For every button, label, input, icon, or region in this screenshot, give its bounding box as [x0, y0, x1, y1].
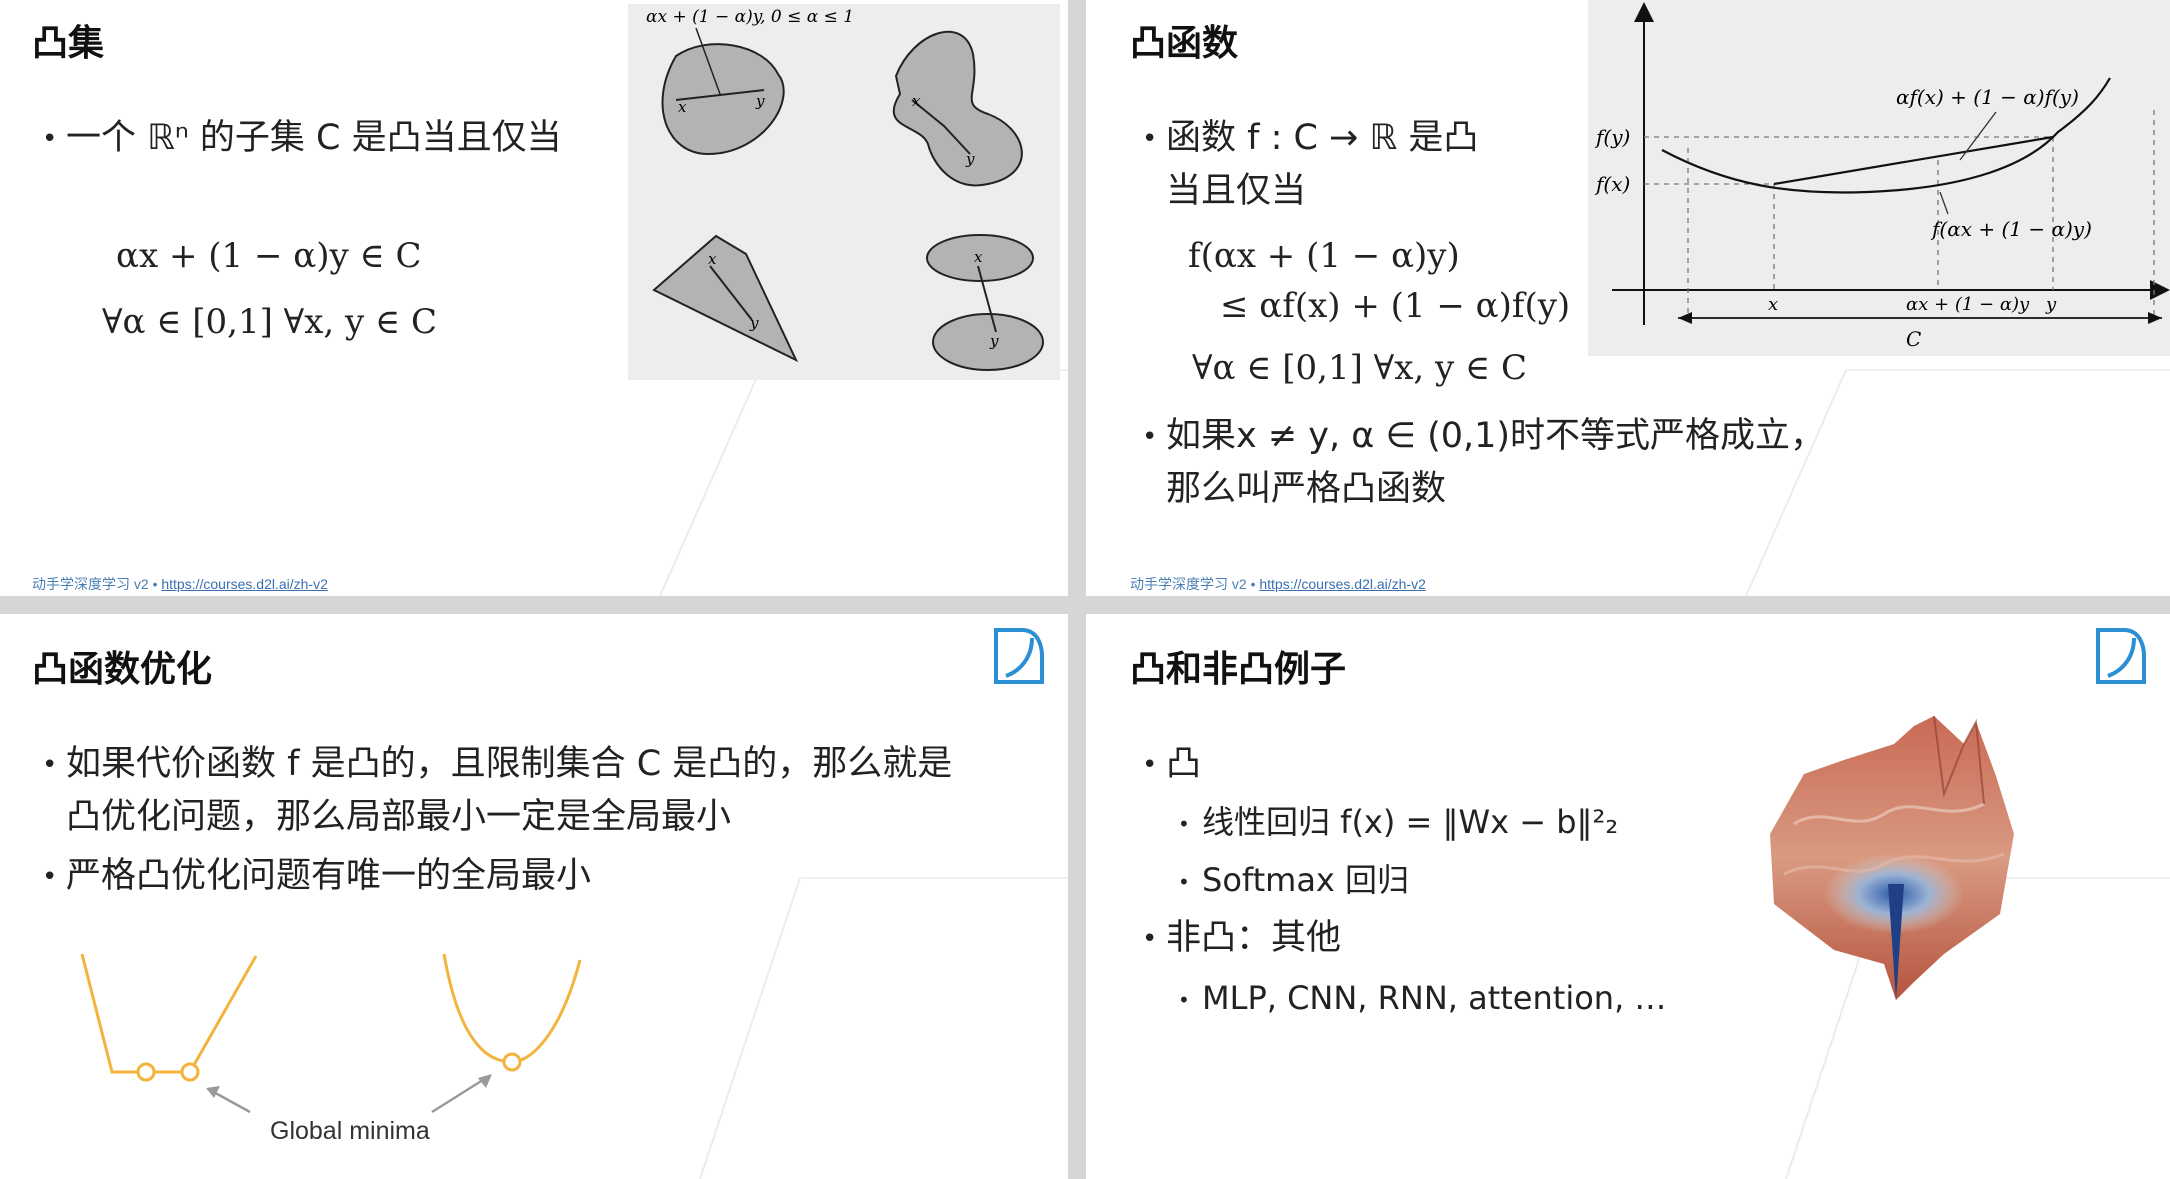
bullet-convex: • 凸 — [1142, 744, 1202, 784]
chord-line — [1773, 135, 2054, 186]
domain-arrow-right — [2148, 312, 2162, 324]
sub-bullet-text: Softmax 回归 — [1202, 861, 1410, 899]
bullet-strict-convex: • 如果x ≠ y, α ∈ (0,1)时不等式严格成立， 那么叫严格凸函数 — [1142, 416, 1826, 509]
convex-polygon-shape — [652, 234, 799, 363]
bullet-convex-problem: • 如果代价函数 f 是凸的，且限制集合 C 是凸的，那么就是 凸优化问题，那么局… — [42, 744, 953, 837]
slide-convex-examples: 凸和非凸例子 • 凸 • 线性回归 f(x) = ‖Wx − b‖²₂ • Softm… — [1086, 614, 2170, 1179]
global-minima-caption: Global minima — [270, 1117, 430, 1145]
footer: 动手学深度学习 v2 • https://courses.d2l.ai/zh-v… — [32, 574, 328, 594]
slide-title: 凸集 — [32, 23, 105, 64]
point-x-label: x — [708, 250, 717, 268]
label-fx: f(x) — [1594, 172, 1630, 196]
point-x-label: x — [678, 98, 687, 116]
equation-rhs: ≤ αf(x) + (1 − α)f(y) — [1220, 286, 1571, 326]
bullet-definition: • 一个 ℝⁿ 的子集 C 是凸当且仅当 — [42, 118, 562, 158]
sub-bullet-linear-regression: • 线性回归 f(x) = ‖Wx − b‖²₂ — [1178, 803, 1619, 841]
tick-y: y — [2045, 294, 2057, 315]
sub-bullet-text: 线性回归 f(x) = ‖Wx − b‖²₂ — [1202, 803, 1619, 841]
convex-sets-diagram: αx + (1 − α)y, 0 ≤ α ≤ 1 x y x y x y x y — [646, 7, 1044, 371]
loss-landscape-image — [1770, 715, 2014, 1000]
slide-convex-optimization: 凸函数优化 • 如果代价函数 f 是凸的，且限制集合 C 是凸的，那么就是 凸优化… — [0, 614, 1068, 1179]
d2l-logo-icon — [2096, 628, 2146, 684]
sub-bullet-text: MLP, CNN, RNN, attention, … — [1202, 979, 1667, 1017]
label-chord: αf(x) + (1 − α)f(y) — [1896, 85, 2079, 109]
bullet-text: 非凸：其他 — [1166, 918, 1342, 958]
minima-illustration — [80, 953, 582, 1114]
bullet-text: 一个 ℝⁿ 的子集 C 是凸当且仅当 — [66, 118, 562, 158]
unique-minimum-point — [502, 1052, 522, 1072]
bullet-definition: • 函数 f : C → ℝ 是凸 当且仅当 — [1142, 118, 1479, 211]
bullet-text-line1: 函数 f : C → ℝ 是凸 — [1166, 118, 1479, 158]
point-x-label: x — [974, 248, 983, 266]
point-y-label: y — [989, 332, 999, 350]
equation-lhs: f(αx + (1 − α)y) — [1188, 236, 1460, 276]
strict-convex-curve — [442, 953, 582, 1064]
point-x-label: x — [912, 92, 921, 110]
figure-caption: αx + (1 − α)y, 0 ≤ α ≤ 1 — [646, 7, 854, 27]
tick-mid: αx + (1 − α)y — [1906, 294, 2030, 315]
domain-arrow-left — [1678, 312, 1692, 324]
tick-x: x — [1768, 294, 1778, 315]
slide-convex-set: 凸集 • 一个 ℝⁿ 的子集 C 是凸当且仅当 αx + (1 − α)y ∈ C… — [0, 0, 1068, 596]
footer: 动手学深度学习 v2 • https://courses.d2l.ai/zh-v… — [1130, 574, 1426, 594]
footer-link[interactable]: https://courses.d2l.ai/zh-v2 — [161, 576, 328, 592]
label-fy: f(y) — [1594, 125, 1630, 149]
minimum-point — [136, 1062, 156, 1082]
sub-bullet-softmax: • Softmax 回归 — [1178, 861, 1410, 899]
bullet-text-line2: 凸优化问题，那么局部最小一定是全局最小 — [66, 797, 732, 837]
curve-label-pointer — [1939, 191, 1949, 215]
flat-bottom-curve — [80, 953, 258, 1074]
convex-function-figure: f(y) f(x) αf(x) + (1 − α)f(y) f(αx + (1 … — [1588, 0, 2170, 356]
convex-function-graph: f(y) f(x) αf(x) + (1 − α)f(y) f(αx + (1 … — [1594, 2, 2170, 351]
minimum-point — [180, 1062, 200, 1082]
convex-sets-figure: αx + (1 − α)y, 0 ≤ α ≤ 1 x y x y x y x y — [628, 4, 1060, 380]
sub-bullet-deep-models: • MLP, CNN, RNN, attention, … — [1178, 979, 1667, 1017]
bullet-text-line2: 那么叫严格凸函数 — [1166, 469, 1447, 509]
footer-text: 动手学深度学习 v2 • — [32, 576, 162, 592]
bullet-nonconvex: • 非凸：其他 — [1142, 918, 1342, 958]
slide-title: 凸和非凸例子 — [1130, 649, 1347, 690]
equation-quantifier: ∀α ∈ [0,1] ∀x, y ∈ C — [102, 302, 437, 342]
slide-title: 凸函数 — [1130, 23, 1239, 64]
footer-link[interactable]: https://courses.d2l.ai/zh-v2 — [1259, 576, 1426, 592]
slide-title: 凸函数优化 — [32, 649, 213, 690]
point-y-label: y — [749, 314, 759, 332]
footer-text: 动手学深度学习 v2 • — [1130, 576, 1260, 592]
disjoint-ellipse-bottom — [932, 313, 1044, 371]
bullet-text-line1: 如果x ≠ y, α ∈ (0,1)时不等式严格成立， — [1166, 416, 1826, 456]
bullet-text: 严格凸优化问题有唯一的全局最小 — [66, 856, 592, 896]
bullet-text: 凸 — [1166, 744, 1202, 784]
equation-quantifier: ∀α ∈ [0,1] ∀x, y ∈ C — [1192, 348, 1527, 388]
point-y-label: y — [755, 92, 765, 110]
arrow-to-unique-minimum — [431, 1076, 487, 1114]
point-y-label: y — [965, 150, 975, 168]
equation-convex-combination: αx + (1 − α)y ∈ C — [116, 236, 422, 276]
chord-label-pointer — [1959, 111, 1997, 161]
label-curve: f(αx + (1 − α)y) — [1930, 217, 2092, 241]
d2l-logo-icon — [994, 628, 1044, 684]
label-domain-C: C — [1906, 327, 1921, 351]
bullet-strict-unique: • 严格凸优化问题有唯一的全局最小 — [42, 856, 592, 896]
bullet-text-line1: 如果代价函数 f 是凸的，且限制集合 C 是凸的，那么就是 — [66, 744, 953, 784]
bullet-text-line2: 当且仅当 — [1166, 171, 1307, 211]
slide-convex-function: 凸函数 • 函数 f : C → ℝ 是凸 当且仅当 f(αx + (1 − α)… — [1086, 0, 2170, 596]
